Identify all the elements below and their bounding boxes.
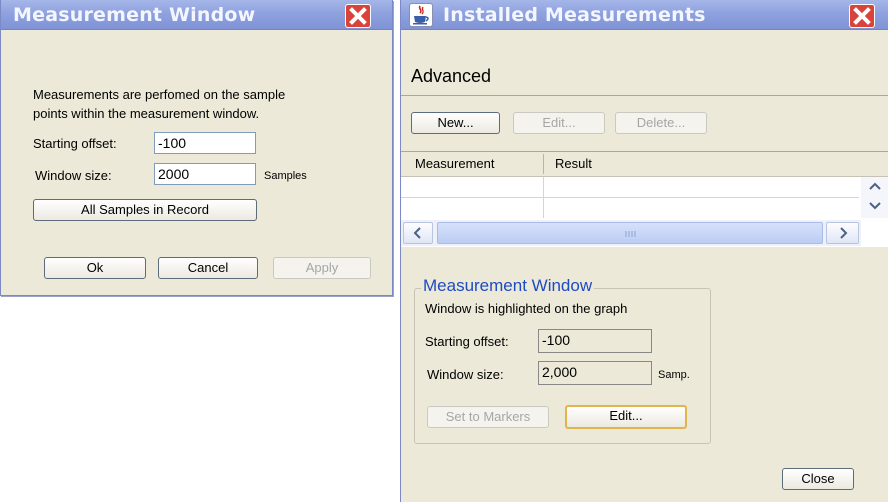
title-bar[interactable]: Measurement Window (1, 0, 392, 30)
ok-button[interactable]: Ok (44, 257, 146, 279)
window-title: Measurement Window (13, 4, 256, 26)
scroll-thumb[interactable] (437, 222, 823, 244)
description-text: points within the measurement window. (33, 106, 260, 121)
installed-measurements-dialog: Installed Measurements Advanced New... E… (400, 0, 888, 502)
vertical-scrollbar[interactable] (861, 177, 888, 218)
scroll-up-icon[interactable] (865, 180, 885, 192)
table-header: Measurement Result (401, 152, 888, 177)
group-edit-button[interactable]: Edit... (565, 405, 687, 429)
scroll-down-icon[interactable] (865, 200, 885, 212)
scroll-right-button[interactable] (826, 222, 859, 244)
window-size-input[interactable]: 2000 (154, 163, 256, 185)
delete-button[interactable]: Delete... (615, 112, 707, 134)
starting-offset-label: Starting offset: (33, 136, 117, 151)
samples-unit-label: Samples (264, 170, 307, 182)
cancel-button[interactable]: Cancel (158, 257, 258, 279)
section-title: Advanced (411, 66, 492, 86)
window-size-label: Window size: (35, 168, 112, 183)
starting-offset-readonly: -100 (538, 329, 652, 353)
new-button[interactable]: New... (411, 112, 500, 134)
horizontal-scrollbar[interactable] (401, 220, 861, 246)
chevron-left-icon (413, 227, 421, 239)
column-header-result[interactable]: Result (555, 156, 592, 171)
apply-button[interactable]: Apply (273, 257, 371, 279)
description-text: Measurements are perfomed on the sample (33, 87, 286, 102)
close-icon[interactable] (345, 4, 371, 28)
group-title: Measurement Window (421, 276, 595, 296)
starting-offset-input[interactable]: -100 (154, 132, 256, 154)
java-cup-icon (409, 3, 433, 27)
scroll-left-button[interactable] (403, 222, 433, 244)
window-size-label: Window size: (427, 367, 504, 382)
measurements-table: Measurement Result (401, 151, 888, 247)
edit-button[interactable]: Edit... (513, 112, 605, 134)
starting-offset-label: Starting offset: (425, 334, 509, 349)
samp-unit-label: Samp. (658, 369, 690, 381)
window-title: Installed Measurements (443, 4, 706, 26)
close-icon[interactable] (849, 4, 875, 28)
table-row[interactable] (401, 198, 859, 218)
measurement-window-dialog: Measurement Window Measurements are perf… (0, 0, 393, 296)
column-header-measurement[interactable]: Measurement (415, 156, 494, 171)
close-button[interactable]: Close (782, 468, 854, 490)
grip-icon (625, 231, 636, 237)
title-bar[interactable]: Installed Measurements (401, 0, 888, 30)
all-samples-button[interactable]: All Samples in Record (33, 199, 257, 221)
group-subtitle: Window is highlighted on the graph (425, 301, 628, 316)
table-row[interactable] (401, 177, 859, 198)
set-to-markers-button[interactable]: Set to Markers (427, 406, 549, 428)
chevron-right-icon (840, 227, 848, 239)
divider (401, 95, 888, 96)
window-size-readonly: 2,000 (538, 361, 652, 385)
